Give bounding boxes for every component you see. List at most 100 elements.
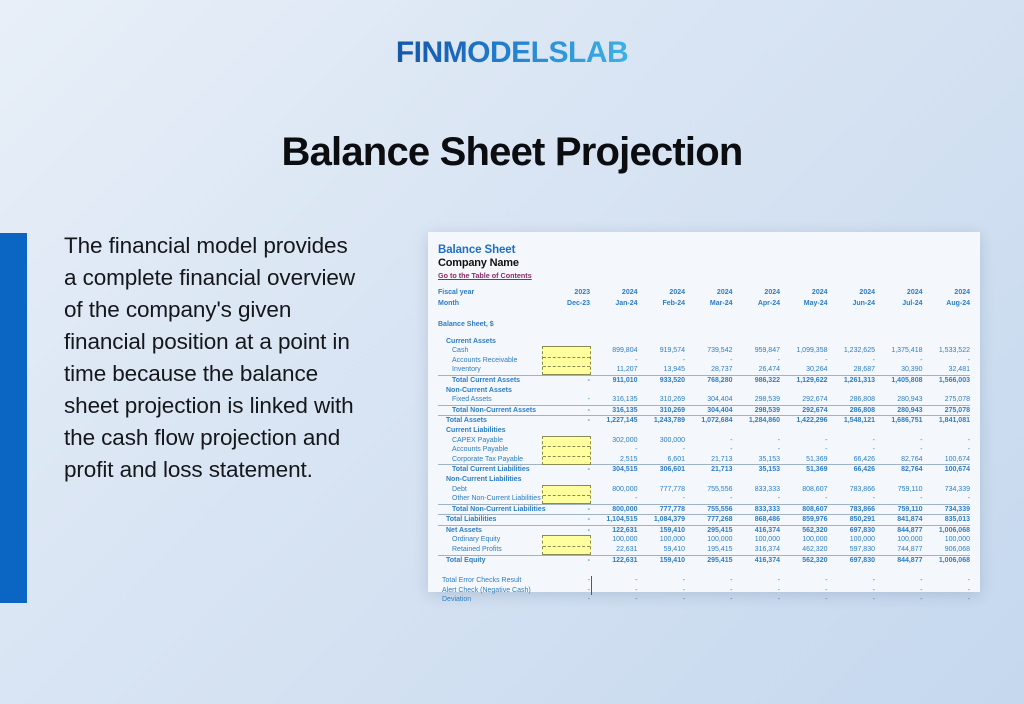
cell-accounts-receivable-Mar-24[interactable]: -: [685, 356, 732, 366]
cell-other-non-current-liabilities-Apr-24[interactable]: -: [733, 494, 780, 504]
cell-inventory-Jun-24[interactable]: 28,687: [828, 365, 875, 375]
cell-inventory-Apr-24[interactable]: 26,474: [733, 365, 780, 375]
input-cell-block-2[interactable]: [541, 484, 591, 505]
cell-corporate-tax-payable-Apr-24[interactable]: 35,153: [733, 455, 780, 465]
cell-accounts-receivable-Jun-24[interactable]: -: [828, 356, 875, 366]
cell-accounts-payable-Jan-24[interactable]: -: [590, 445, 637, 455]
column-month-6: Jun-24: [852, 300, 875, 307]
cell-ordinary-equity-Jan-24[interactable]: 100,000: [590, 535, 637, 545]
cell-corporate-tax-payable-Feb-24[interactable]: 6,601: [638, 455, 685, 465]
cell-debt-Jul-24[interactable]: 759,110: [875, 485, 923, 495]
input-cell-block-0[interactable]: [541, 346, 591, 376]
cell-accounts-receivable-Apr-24[interactable]: -: [733, 356, 780, 366]
cell-ordinary-equity-Jun-24[interactable]: 100,000: [828, 535, 875, 545]
cell-cash-Jan-24[interactable]: 899,804: [590, 346, 637, 356]
cell-accounts-payable-Jul-24[interactable]: -: [875, 445, 922, 455]
cell-capex-payable-Jun-24[interactable]: -: [828, 436, 875, 446]
row-label-cash: Cash: [452, 347, 469, 355]
cell-debt-Mar-24[interactable]: 755,556: [685, 485, 732, 495]
cell-corporate-tax-payable-Aug-24[interactable]: 100,674: [923, 455, 970, 465]
cell-cash-Jul-24[interactable]: 1,375,418: [875, 346, 922, 356]
cell-inventory-Mar-24[interactable]: 28,737: [685, 365, 732, 375]
cell-capex-payable-Jul-24[interactable]: -: [875, 436, 922, 446]
cell-capex-payable-Apr-24[interactable]: -: [733, 436, 780, 446]
cell-capex-payable-May-24[interactable]: -: [780, 436, 827, 446]
cell-corporate-tax-payable-Jul-24[interactable]: 82,764: [875, 455, 922, 465]
cell-other-non-current-liabilities-Mar-24[interactable]: -: [685, 494, 732, 504]
cell-accounts-payable-Mar-24[interactable]: -: [685, 445, 732, 455]
cell-cash-Mar-24[interactable]: 739,542: [685, 346, 732, 356]
row-label-total-equity: Total Equity: [438, 554, 543, 566]
cell-other-non-current-liabilities-Aug-24[interactable]: -: [923, 494, 970, 504]
cell-accounts-payable-May-24[interactable]: -: [780, 445, 827, 455]
cell-debt-Apr-24[interactable]: 833,333: [733, 485, 780, 495]
cell-capex-payable-Feb-24[interactable]: 300,000: [638, 436, 685, 446]
cell-ordinary-equity-Mar-24[interactable]: 100,000: [685, 535, 732, 545]
cell-accounts-payable-Apr-24[interactable]: -: [733, 445, 780, 455]
cell-net-assets-Mar-24: 295,415: [685, 524, 733, 536]
row-label-total-non-current-liabilities: Total Non-Current Liabilities: [438, 503, 546, 515]
table-of-contents-link[interactable]: Go to the Table of Contents: [438, 271, 970, 280]
cell-inventory-Feb-24[interactable]: 13,945: [638, 365, 685, 375]
cell-inventory-Jan-24[interactable]: 11,207: [590, 365, 638, 375]
cell-ordinary-equity-Aug-24[interactable]: 100,000: [923, 535, 970, 545]
cell-other-non-current-liabilities-Jul-24[interactable]: -: [875, 494, 922, 504]
cell-accounts-receivable-Jul-24[interactable]: -: [875, 356, 922, 366]
cell-inventory-Jul-24[interactable]: 30,390: [875, 365, 922, 375]
cell-cash-Aug-24[interactable]: 1,533,522: [923, 346, 970, 356]
cell-accounts-receivable-Feb-24[interactable]: -: [638, 356, 685, 366]
cell-other-non-current-liabilities-May-24[interactable]: -: [780, 494, 827, 504]
input-cell-block-3[interactable]: [541, 535, 591, 556]
cell-ordinary-equity-May-24[interactable]: 100,000: [780, 535, 827, 545]
input-cell-block-1[interactable]: [541, 435, 591, 465]
cell-debt-May-24[interactable]: 808,607: [780, 485, 827, 495]
cell-ordinary-equity-Apr-24[interactable]: 100,000: [733, 535, 780, 545]
cell-debt-Jan-24[interactable]: 800,000: [590, 485, 637, 495]
cell-ordinary-equity-Jul-24[interactable]: 100,000: [875, 535, 922, 545]
cell-capex-payable-Mar-24[interactable]: -: [685, 436, 732, 446]
cell-retained-profits-Jan-24[interactable]: 22,631: [590, 545, 637, 555]
spacer-cell: [543, 565, 591, 576]
cell-retained-profits-Apr-24[interactable]: 316,374: [733, 545, 780, 555]
cell-accounts-receivable-May-24[interactable]: -: [780, 356, 827, 366]
cell-debt-Aug-24[interactable]: 734,339: [923, 485, 970, 495]
cell-retained-profits-May-24[interactable]: 462,320: [780, 545, 827, 555]
cell-capex-payable-Aug-24[interactable]: -: [923, 436, 970, 446]
cell-retained-profits-Feb-24[interactable]: 59,410: [638, 545, 685, 555]
cell-total-current-liabilities-Apr-24: 35,153: [732, 464, 780, 475]
cell-accounts-payable-Feb-24[interactable]: -: [638, 445, 685, 455]
cell-retained-profits-Aug-24[interactable]: 906,068: [923, 545, 970, 555]
cell-ordinary-equity-Feb-24[interactable]: 100,000: [638, 535, 685, 545]
cell-cash-Feb-24[interactable]: 919,574: [638, 346, 685, 356]
cell-debt-Jun-24[interactable]: 783,866: [828, 485, 875, 495]
cell-net-assets-Aug-24: 1,006,068: [922, 524, 970, 536]
cell-non-current-liabilities-Dec-23: [543, 475, 591, 485]
cell-current-assets-Aug-24: [923, 337, 971, 347]
cell-retained-profits-Jul-24[interactable]: 744,877: [875, 545, 922, 555]
cell-other-non-current-liabilities-Jun-24[interactable]: -: [828, 494, 875, 504]
spreadsheet-inner: Balance Sheet Company Name Go to the Tab…: [428, 232, 980, 603]
spreadsheet-card: Balance Sheet Company Name Go to the Tab…: [428, 232, 980, 603]
column-year-8: 2024: [954, 289, 970, 296]
cell-cash-Jun-24[interactable]: 1,232,625: [828, 346, 875, 356]
cell-cash-May-24[interactable]: 1,099,358: [780, 346, 827, 356]
cell-non-current-liabilities-Jul-24: [875, 475, 923, 485]
cell-accounts-payable-Jun-24[interactable]: -: [828, 445, 875, 455]
cell-accounts-receivable-Aug-24[interactable]: -: [923, 356, 970, 366]
cell-debt-Feb-24[interactable]: 777,778: [638, 485, 685, 495]
cell-other-non-current-liabilities-Jan-24[interactable]: -: [590, 494, 637, 504]
cell-cash-Apr-24[interactable]: 959,847: [733, 346, 780, 356]
cell-corporate-tax-payable-Jun-24[interactable]: 66,426: [828, 455, 875, 465]
cell-corporate-tax-payable-May-24[interactable]: 51,369: [780, 455, 827, 465]
cell-corporate-tax-payable-Mar-24[interactable]: 21,713: [685, 455, 732, 465]
cell-capex-payable-Jan-24[interactable]: 302,000: [590, 436, 637, 446]
cell-retained-profits-Jun-24[interactable]: 597,830: [828, 545, 875, 555]
cell-accounts-payable-Aug-24[interactable]: -: [923, 445, 970, 455]
cell-inventory-May-24[interactable]: 30,264: [780, 365, 827, 375]
cell-inventory-Aug-24[interactable]: 32,481: [923, 365, 970, 375]
cell-retained-profits-Mar-24[interactable]: 195,415: [685, 545, 732, 555]
cell-other-non-current-liabilities-Feb-24[interactable]: -: [638, 494, 685, 504]
cell-non-current-liabilities-Aug-24: [923, 475, 971, 485]
cell-accounts-receivable-Jan-24[interactable]: -: [590, 356, 637, 366]
cell-corporate-tax-payable-Jan-24[interactable]: 2,515: [590, 455, 638, 465]
